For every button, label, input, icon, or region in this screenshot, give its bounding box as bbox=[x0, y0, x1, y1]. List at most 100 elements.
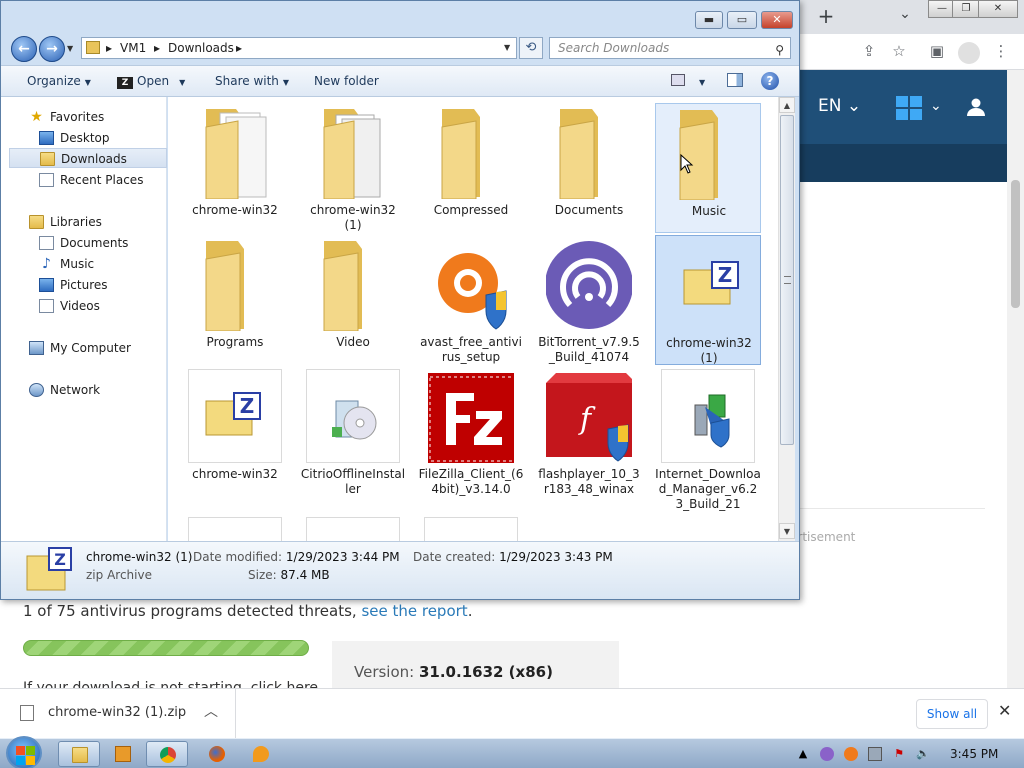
file-item-installer[interactable]: CitrioOfflineInstaller bbox=[300, 367, 406, 497]
recent-pages-chevron-icon[interactable]: ▼ bbox=[67, 44, 73, 53]
file-item-zip[interactable]: Z chrome-win32 bbox=[182, 367, 288, 497]
scroll-up-icon[interactable]: ▲ bbox=[779, 97, 795, 113]
browser-close-button[interactable]: ✕ bbox=[978, 0, 1018, 18]
browser-menu-icon[interactable]: ⋮ bbox=[990, 42, 1012, 62]
share-icon[interactable]: ⇪ bbox=[858, 42, 880, 62]
show-hidden-icons-icon[interactable]: ▲ bbox=[796, 747, 810, 761]
back-button[interactable]: ← bbox=[11, 36, 37, 62]
nav-music[interactable]: ♪ Music bbox=[1, 254, 167, 274]
tab-search-chevron-icon[interactable]: ⌄ bbox=[894, 6, 916, 28]
search-icon[interactable]: ⚲ bbox=[775, 40, 784, 60]
search-input[interactable]: Search Downloads ⚲ bbox=[549, 37, 791, 59]
file-item-folder[interactable]: chrome-win32 (1) bbox=[300, 103, 406, 233]
tray-network-icon[interactable] bbox=[868, 747, 882, 761]
taskbar-explorer[interactable] bbox=[58, 741, 100, 767]
new-tab-button[interactable]: + bbox=[812, 4, 840, 30]
nav-libraries[interactable]: Libraries bbox=[1, 212, 167, 232]
help-icon[interactable]: ? bbox=[761, 72, 779, 90]
bookmark-star-icon[interactable]: ☆ bbox=[888, 42, 910, 62]
change-view-icon[interactable] bbox=[671, 74, 685, 86]
nav-videos[interactable]: Videos bbox=[1, 296, 167, 316]
language-selector[interactable]: EN ⌄ bbox=[818, 96, 861, 116]
taskbar-app[interactable] bbox=[240, 741, 282, 767]
share-with-label: Share with bbox=[215, 74, 279, 88]
taskbar-media-player[interactable] bbox=[102, 741, 144, 767]
taskbar-firefox[interactable] bbox=[196, 741, 238, 767]
refresh-button[interactable]: ⟲ bbox=[519, 37, 543, 59]
breadcrumb-separator-icon[interactable]: ▸ bbox=[106, 38, 112, 58]
start-button[interactable] bbox=[6, 736, 42, 768]
scroll-thumb[interactable] bbox=[780, 115, 794, 445]
download-help-text[interactable]: If your download is not starting, click … bbox=[23, 680, 322, 688]
open-button[interactable]: Z Open ▼ bbox=[117, 74, 185, 89]
nav-documents[interactable]: Documents bbox=[1, 233, 167, 253]
see-report-link[interactable]: see the report bbox=[361, 602, 467, 620]
address-bar[interactable]: ▸ VM1 ▸ Downloads ▸ ▼ bbox=[81, 37, 517, 59]
file-item-folder[interactable]: Video bbox=[300, 235, 406, 365]
file-item-installer[interactable]: Internet_Download_Manager_v6.23_Build_21 bbox=[655, 367, 761, 511]
nav-favorites[interactable]: ★ Favorites bbox=[1, 107, 167, 127]
show-all-button[interactable]: Show all bbox=[916, 699, 988, 729]
scroll-down-icon[interactable]: ▼ bbox=[779, 523, 795, 539]
tray-flag-icon[interactable]: ⚑ bbox=[892, 747, 906, 761]
nav-my-computer[interactable]: My Computer bbox=[1, 338, 167, 358]
share-with-button[interactable]: Share with ▼ bbox=[215, 74, 289, 88]
partial-thumbnail bbox=[306, 517, 400, 541]
file-item-folder[interactable]: Music bbox=[655, 103, 761, 233]
clock[interactable]: 3:45 PM bbox=[950, 747, 998, 761]
file-item-folder[interactable]: Programs bbox=[182, 235, 288, 365]
vertical-scrollbar[interactable]: ▲ ▼ bbox=[778, 97, 795, 541]
tray-app-icon[interactable] bbox=[820, 747, 834, 761]
nav-network[interactable]: Network bbox=[1, 380, 167, 400]
modified-value: 1/29/2023 3:44 PM bbox=[285, 550, 400, 564]
maximize-button[interactable]: ▭ bbox=[727, 11, 757, 29]
address-dropdown-icon[interactable]: ▼ bbox=[504, 38, 510, 58]
download-bar: chrome-win32 (1).zip ︿ Show all ✕ bbox=[0, 688, 1024, 739]
nav-recent-places[interactable]: Recent Places bbox=[1, 170, 167, 190]
taskbar-chrome[interactable] bbox=[146, 741, 188, 767]
breadcrumb-downloads[interactable]: Downloads bbox=[168, 38, 234, 58]
file-item-installer[interactable]: avast_free_antivirus_setup bbox=[418, 235, 524, 365]
volume-icon[interactable]: 🔈 bbox=[916, 747, 930, 761]
organize-button[interactable]: Organize ▼ bbox=[27, 74, 91, 88]
browser-scrollbar[interactable] bbox=[1007, 70, 1024, 688]
browser-restore-button[interactable]: ❐ bbox=[952, 0, 980, 18]
user-icon[interactable] bbox=[966, 97, 986, 117]
view-options-chevron-icon[interactable]: ▼ bbox=[695, 74, 705, 88]
close-download-bar-icon[interactable]: ✕ bbox=[998, 701, 1011, 720]
file-list-area[interactable]: chrome-win32 chrome-win32 (1) Compressed bbox=[168, 97, 778, 541]
file-item-folder[interactable]: Documents bbox=[536, 103, 642, 233]
preview-pane-icon[interactable] bbox=[727, 73, 743, 87]
windows-logo-icon[interactable] bbox=[896, 96, 922, 120]
forward-button[interactable]: → bbox=[39, 36, 65, 62]
browser-scroll-thumb[interactable] bbox=[1011, 180, 1020, 308]
platform-chevron-icon[interactable]: ⌄ bbox=[930, 98, 942, 114]
minimize-button[interactable]: ▬ bbox=[695, 11, 723, 29]
scroll-grip bbox=[784, 276, 791, 284]
chevron-up-icon[interactable]: ︿ bbox=[204, 701, 218, 721]
nav-pictures[interactable]: Pictures bbox=[1, 275, 167, 295]
chevron-down-icon[interactable]: ▼ bbox=[179, 78, 185, 87]
breadcrumb-separator-icon[interactable]: ▸ bbox=[236, 38, 242, 58]
file-label: chrome-win32 (1) bbox=[310, 203, 396, 232]
explorer-window: ▬ ▭ ✕ ← → ▼ ▸ VM1 ▸ Downloads ▸ ▼ ⟲ Sear… bbox=[0, 0, 800, 600]
nav-desktop[interactable]: Desktop bbox=[1, 128, 167, 148]
download-item[interactable]: chrome-win32 (1).zip ︿ bbox=[0, 689, 236, 739]
file-item-folder[interactable]: Compressed bbox=[418, 103, 524, 233]
file-item-folder[interactable]: chrome-win32 bbox=[182, 103, 288, 233]
close-button[interactable]: ✕ bbox=[761, 11, 793, 29]
file-item-installer[interactable]: FileZilla_Client_(64bit)_v3.14.0 bbox=[418, 367, 524, 497]
file-item-installer[interactable]: BitTorrent_v7.9.5_Build_41074 bbox=[536, 235, 642, 365]
file-item-installer[interactable]: f flashplayer_10_3r183_48_winax bbox=[536, 367, 642, 497]
folder-icon bbox=[559, 109, 598, 199]
partial-thumbnail bbox=[424, 517, 518, 541]
side-panel-icon[interactable]: ▣ bbox=[926, 42, 948, 62]
profile-avatar[interactable] bbox=[958, 42, 980, 64]
new-folder-button[interactable]: New folder bbox=[314, 74, 379, 88]
version-box: Version: 31.0.1632 (x86) bbox=[332, 641, 619, 691]
breadcrumb-separator-icon[interactable]: ▸ bbox=[154, 38, 160, 58]
tray-avast-icon[interactable] bbox=[844, 747, 858, 761]
file-item-zip-selected[interactable]: Z chrome-win32 (1) bbox=[655, 235, 761, 365]
breadcrumb-vm1[interactable]: VM1 bbox=[120, 38, 146, 58]
nav-downloads[interactable]: Downloads bbox=[9, 148, 167, 168]
